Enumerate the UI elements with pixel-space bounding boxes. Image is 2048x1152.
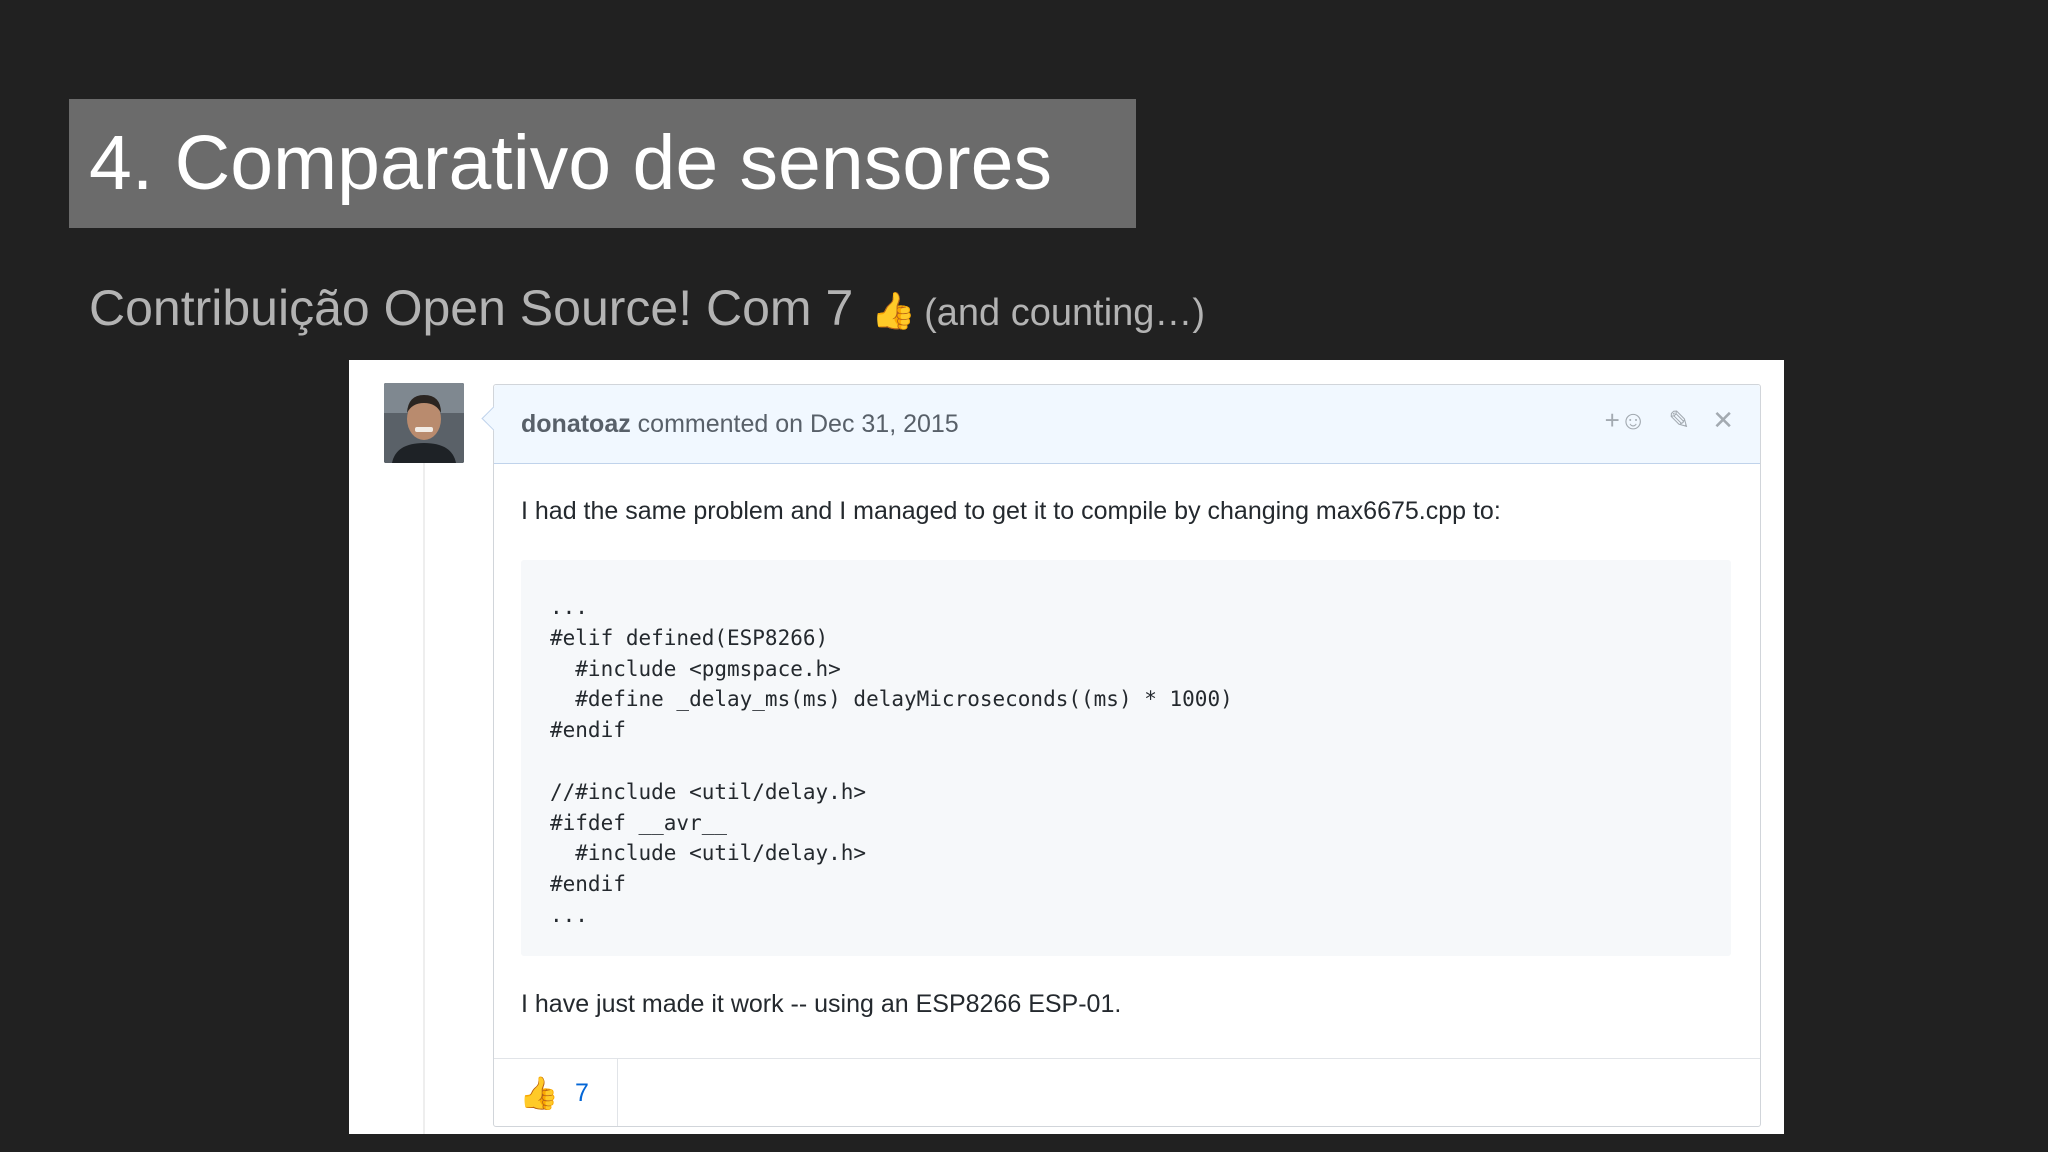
close-icon[interactable]: ✕: [1712, 407, 1734, 433]
comment-header: donatoaz commented on Dec 31, 2015 +☺ ✎ …: [494, 385, 1760, 464]
comment-box: donatoaz commented on Dec 31, 2015 +☺ ✎ …: [481, 384, 1761, 1127]
comment-reactions: 👍 7: [494, 1058, 1760, 1126]
timeline-line: [423, 463, 425, 1134]
reaction-count: 7: [575, 1079, 589, 1107]
comment-author[interactable]: donatoaz: [521, 410, 631, 438]
thumbs-up-icon: 👍: [871, 290, 917, 331]
thumbs-up-icon: 👍: [519, 1075, 559, 1111]
code-content: ... #elif defined(ESP8266) #include <pgm…: [550, 595, 1233, 927]
comment-body-intro: I had the same problem and I managed to …: [521, 497, 1501, 525]
pencil-icon[interactable]: ✎: [1668, 407, 1690, 433]
github-comment-screenshot: donatoaz commented on Dec 31, 2015 +☺ ✎ …: [349, 360, 1784, 1134]
avatar-image: [384, 383, 464, 463]
avatar[interactable]: [384, 383, 464, 463]
slide-title: 4. Comparativo de sensores: [89, 120, 1052, 206]
comment-meta[interactable]: commented on Dec 31, 2015: [638, 410, 959, 438]
code-block: ... #elif defined(ESP8266) #include <pgm…: [521, 560, 1731, 956]
subtitle-suffix: (and counting…): [924, 292, 1206, 334]
slide-subtitle: Contribuição Open Source! Com 7 👍 (and cou…: [89, 283, 1205, 333]
subtitle-text: Contribuição Open Source! Com 7: [89, 280, 854, 336]
smiley-plus-icon[interactable]: +☺: [1605, 407, 1647, 433]
reaction-thumbs-up[interactable]: 👍 7: [494, 1059, 618, 1126]
comment-body-outro: I have just made it work -- using an ESP…: [521, 990, 1122, 1018]
comment-actions: +☺ ✎ ✕: [1605, 407, 1734, 433]
title-box: 4. Comparativo de sensores: [69, 99, 1136, 228]
